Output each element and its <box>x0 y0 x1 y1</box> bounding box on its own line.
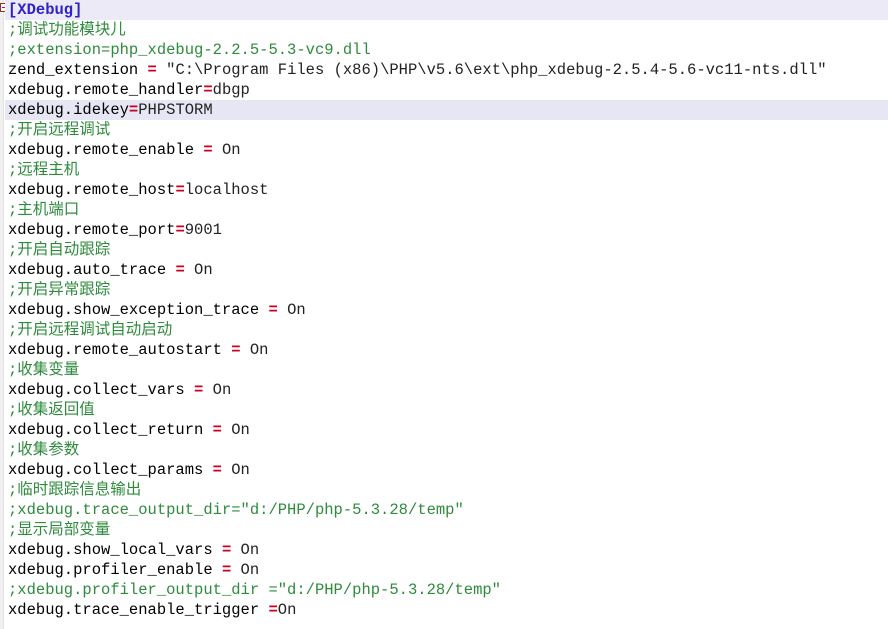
code-line[interactable]: ;显示局部变量 <box>5 520 888 540</box>
code-line[interactable]: xdebug.remote_host=localhost <box>5 180 888 200</box>
ini-equals-sign: = <box>194 381 204 399</box>
ini-value: On <box>231 541 260 559</box>
ini-key: zend_extension <box>8 61 148 79</box>
ini-value: PHPSTORM <box>138 101 213 119</box>
ini-value: On <box>212 141 241 159</box>
ini-comment: ;开启自动跟踪 <box>8 241 111 259</box>
ini-value: localhost <box>184 181 269 199</box>
ini-value: On <box>203 381 232 399</box>
code-editor[interactable]: [XDebug] ;调试功能模块儿 ;extension=php_xdebug-2.… <box>0 0 888 629</box>
ini-value: On <box>231 561 260 579</box>
ini-comment: ;收集返回值 <box>8 401 95 419</box>
code-line[interactable]: xdebug.remote_port=9001 <box>5 220 888 240</box>
ini-comment: ;显示局部变量 <box>8 521 111 539</box>
code-content[interactable]: [XDebug] ;调试功能模块儿 ;extension=php_xdebug-2.… <box>5 0 888 629</box>
ini-comment: ;收集参数 <box>8 441 80 459</box>
code-line[interactable]: xdebug.trace_enable_trigger =On <box>5 600 888 620</box>
ini-comment: ;开启远程调试 <box>8 121 111 139</box>
code-line[interactable]: xdebug.auto_trace = On <box>5 260 888 280</box>
code-line[interactable]: ;xdebug.trace_output_dir="d:/PHP/php-5.3… <box>5 500 888 520</box>
code-line[interactable]: ;临时跟踪信息输出 <box>5 480 888 500</box>
ini-equals-sign: = <box>175 181 185 199</box>
ini-equals-sign: = <box>175 221 185 239</box>
code-line[interactable]: ;远程主机 <box>5 160 888 180</box>
ini-value: 9001 <box>184 221 222 239</box>
code-line[interactable]: xdebug.remote_enable = On <box>5 140 888 160</box>
code-line[interactable]: xdebug.idekey=PHPSTORM <box>5 100 888 120</box>
ini-comment: ;xdebug.profiler_output_dir ="d:/PHP/php… <box>8 581 501 599</box>
ini-key: xdebug.show_exception_trace <box>8 301 269 319</box>
ini-comment: ;远程主机 <box>8 161 80 179</box>
ini-value: On <box>240 341 269 359</box>
code-line[interactable]: ;收集返回值 <box>5 400 888 420</box>
ini-equals-sign: = <box>175 261 185 279</box>
ini-equals-sign: = <box>147 61 157 79</box>
ini-key: xdebug.collect_return <box>8 421 213 439</box>
ini-equals-sign: = <box>212 461 222 479</box>
ini-equals-sign: = <box>221 561 232 579</box>
code-line[interactable]: zend_extension = "C:\Program Files (x86)… <box>5 60 888 80</box>
ini-equals-sign: = <box>203 81 213 99</box>
ini-equals-sign: = <box>268 301 278 319</box>
code-line[interactable]: xdebug.profiler_enable = On <box>5 560 888 580</box>
code-line[interactable]: ;收集变量 <box>5 360 888 380</box>
code-line[interactable]: xdebug.remote_handler=dbgp <box>5 80 888 100</box>
ini-key: xdebug.idekey <box>8 101 129 119</box>
ini-key: xdebug.remote_host <box>8 181 176 199</box>
ini-value: On <box>184 261 213 279</box>
code-line[interactable]: ;开启自动跟踪 <box>5 240 888 260</box>
ini-key: xdebug.remote_autostart <box>8 341 232 359</box>
code-line[interactable]: [XDebug] <box>5 0 888 20</box>
code-line[interactable]: ;开启远程调试自动启动 <box>5 320 888 340</box>
ini-key: xdebug.collect_vars <box>8 381 195 399</box>
ini-equals-sign: = <box>212 421 222 439</box>
code-line[interactable]: ;extension=php_xdebug-2.2.5-5.3-vc9.dll <box>5 40 888 60</box>
ini-key: xdebug.collect_params <box>8 461 213 479</box>
ini-comment: ;xdebug.trace_output_dir="d:/PHP/php-5.3… <box>8 501 464 519</box>
ini-equals-sign: = <box>203 141 213 159</box>
code-line[interactable]: ;开启异常跟踪 <box>5 280 888 300</box>
ini-key: xdebug.remote_enable <box>8 141 204 159</box>
ini-key: xdebug.remote_port <box>8 221 176 239</box>
ini-comment: ;调试功能模块儿 <box>8 21 126 39</box>
code-line[interactable]: xdebug.show_local_vars = On <box>5 540 888 560</box>
ini-comment: ;收集变量 <box>8 361 80 379</box>
ini-key: xdebug.show_local_vars <box>8 541 222 559</box>
ini-equals-sign: = <box>221 541 232 559</box>
ini-value: On <box>277 301 306 319</box>
ini-key: xdebug.profiler_enable <box>8 561 222 579</box>
code-line[interactable]: xdebug.show_exception_trace = On <box>5 300 888 320</box>
ini-equals-sign: = <box>231 341 241 359</box>
code-line[interactable]: xdebug.remote_autostart = On <box>5 340 888 360</box>
ini-comment: ;主机端口 <box>8 201 80 219</box>
code-line[interactable]: ;xdebug.profiler_output_dir ="d:/PHP/php… <box>5 580 888 600</box>
code-line[interactable]: xdebug.collect_return = On <box>5 420 888 440</box>
code-line[interactable]: xdebug.collect_params = On <box>5 460 888 480</box>
ini-comment: ;extension=php_xdebug-2.2.5-5.3-vc9.dll <box>8 41 371 59</box>
editor-gutter[interactable] <box>0 0 9 629</box>
ini-key: xdebug.auto_trace <box>8 261 176 279</box>
ini-comment: ;开启异常跟踪 <box>8 281 111 299</box>
code-line[interactable]: ;收集参数 <box>5 440 888 460</box>
code-line[interactable]: ;开启远程调试 <box>5 120 888 140</box>
ini-value: On <box>221 421 250 439</box>
code-line[interactable]: ;调试功能模块儿 <box>5 20 888 40</box>
ini-equals-sign: = <box>128 101 139 119</box>
ini-value: dbgp <box>212 81 250 99</box>
ini-comment: ;开启远程调试自动启动 <box>8 321 173 339</box>
ini-equals-sign: = <box>268 601 278 619</box>
ini-value: On <box>221 461 250 479</box>
ini-comment: ;临时跟踪信息输出 <box>8 481 142 499</box>
code-line[interactable]: xdebug.collect_vars = On <box>5 380 888 400</box>
ini-value: "C:\Program Files (x86)\PHP\v5.6\ext\php… <box>156 61 827 79</box>
ini-section-header: [XDebug] <box>8 1 83 19</box>
ini-value: On <box>277 601 297 619</box>
code-line[interactable]: ;主机端口 <box>5 200 888 220</box>
ini-key: xdebug.trace_enable_trigger <box>8 601 269 619</box>
ini-key: xdebug.remote_handler <box>8 81 204 99</box>
